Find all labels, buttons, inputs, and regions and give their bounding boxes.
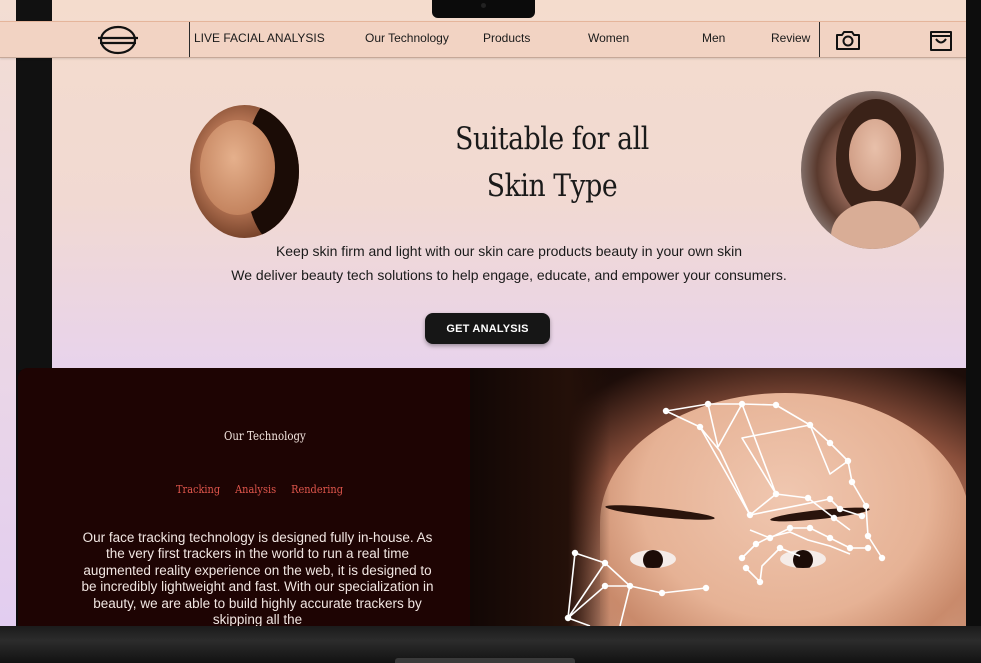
technology-section: Our Technology Tracking Analysis Renderi… — [18, 368, 966, 626]
hero-subtitle-line2: We deliver beauty tech solutions to help… — [231, 267, 787, 283]
nav-link-men[interactable]: Men — [702, 31, 725, 45]
device-hinge — [395, 658, 575, 663]
nav-divider — [819, 22, 820, 57]
face-tracking-photo — [470, 368, 966, 626]
screen-edge-left — [0, 0, 16, 626]
hero-subtitle-line1: Keep skin firm and light with our skin c… — [275, 243, 743, 259]
ring-logo-icon[interactable] — [98, 24, 138, 56]
nav-divider — [189, 22, 190, 57]
nav-link-review[interactable]: Review — [771, 31, 810, 45]
hero-title-line1: Suitable for all — [455, 121, 649, 157]
nav-brand-link[interactable]: LIVE FACIAL ANALYSIS — [194, 31, 325, 45]
tab-analysis[interactable]: Analysis — [235, 482, 276, 496]
nav-link-products[interactable]: Products — [483, 31, 530, 45]
technology-description: Our face tracking technology is designed… — [81, 530, 434, 626]
device-bezel-right — [966, 0, 981, 663]
technology-heading: Our Technology — [224, 429, 306, 443]
top-navbar: LIVE FACIAL ANALYSIS Our Technology Prod… — [0, 21, 981, 58]
portrait-face — [200, 120, 275, 215]
camera-icon[interactable] — [834, 26, 862, 54]
device-notch — [432, 0, 535, 18]
portrait-face — [849, 119, 901, 191]
device-base — [0, 626, 981, 663]
hero-title: Suitable for all Skin Type — [423, 116, 681, 210]
webcam-icon — [481, 3, 486, 8]
hero-portrait-right — [801, 91, 944, 249]
hero-portrait-left — [190, 105, 299, 238]
tab-rendering[interactable]: Rendering — [291, 482, 343, 496]
shopping-bag-icon[interactable] — [927, 26, 955, 54]
tab-tracking[interactable]: Tracking — [176, 482, 220, 496]
hero-title-line2: Skin Type — [486, 168, 618, 204]
portrait-shoulders — [831, 201, 921, 249]
get-analysis-button[interactable]: GET ANALYSIS — [425, 313, 550, 344]
technology-text-panel: Our Technology Tracking Analysis Renderi… — [18, 368, 488, 626]
technology-tabs: Tracking Analysis Rendering — [176, 482, 343, 496]
nav-link-women[interactable]: Women — [588, 31, 629, 45]
nav-link-our-technology[interactable]: Our Technology — [365, 31, 449, 45]
face-mesh-overlay — [564, 400, 886, 626]
